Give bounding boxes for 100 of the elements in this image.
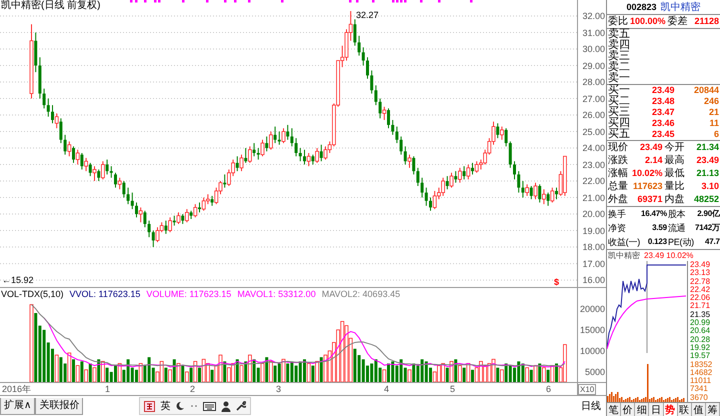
intraday-volume-label: 7341 <box>690 385 709 394</box>
quote-value: 21.13 <box>695 167 719 180</box>
period-label: 日线 <box>580 400 602 413</box>
bid-volume: 20844 <box>692 85 719 96</box>
indicator-name: VOL-TDX(5,10) <box>1 288 64 300</box>
intraday-price-label: 20.28 <box>690 336 712 344</box>
bottom-tab[interactable]: 关联报价 <box>35 398 84 414</box>
quote-label: 换手 <box>608 208 627 221</box>
intraday-reading: 23.49 10.02% <box>644 250 694 261</box>
quote-value: 2.90亿 <box>696 208 720 220</box>
quote-value: 48252 <box>692 193 719 206</box>
price-axis-label: 20.00 <box>582 209 605 220</box>
panel-tab[interactable]: 日 <box>649 403 664 416</box>
intraday-price-label: 19.57 <box>690 352 712 361</box>
quote-label: PE(动) <box>668 236 694 249</box>
bid-level-label: 买一 <box>608 85 630 96</box>
bid-level-label: 买四 <box>608 118 630 129</box>
date-axis-label: 1 <box>105 383 110 395</box>
panel-tab[interactable]: 笔 <box>607 403 622 416</box>
quote-value: 7142万 <box>694 222 720 234</box>
date-axis-label: 2016年 <box>2 383 32 395</box>
panel-tab[interactable]: 细 <box>635 403 650 416</box>
ask-level-label: 卖五 <box>608 29 630 40</box>
quote-value: 3.59 <box>651 222 667 234</box>
quote-label: 量比 <box>664 180 684 193</box>
intraday-price-label: 20.64 <box>690 327 712 336</box>
intraday-volume-label: 11011 <box>690 377 712 386</box>
panel-tab[interactable]: 势 <box>664 403 678 416</box>
quote-value: 10.02% <box>630 167 662 180</box>
quote-value: 117623 <box>632 180 662 193</box>
quote-label: 涨跌 <box>608 154 628 167</box>
bid-price: 23.48 <box>650 96 674 107</box>
language-toggle[interactable]: 英 <box>160 399 170 413</box>
bottom-tab[interactable]: 扩展∧ <box>0 398 36 414</box>
panel-tab[interactable]: 价 <box>621 403 636 416</box>
stock-code: 002823 <box>626 2 657 12</box>
ask-level-label: 卖二 <box>608 62 630 73</box>
quote-value: 16.47% <box>641 208 667 220</box>
intraday-price-label: 22.06 <box>690 294 712 302</box>
panel-tab[interactable]: 筹 <box>706 403 720 416</box>
bid-volume: 21 <box>708 107 719 118</box>
quote-label: 股本 <box>668 208 687 221</box>
intraday-name: 凯中精密 <box>608 250 640 261</box>
quote-label: 涨幅 <box>608 167 628 180</box>
quote-label: 今开 <box>664 141 684 154</box>
price-axis-label: 18.00 <box>582 242 605 252</box>
price-axis-label: 29.00 <box>582 60 605 71</box>
flag-marker: $ <box>554 277 560 287</box>
ask-level-label: 卖四 <box>608 40 630 51</box>
ask-level-label: 卖三 <box>608 51 630 62</box>
date-axis-label: 2 <box>190 383 196 395</box>
scale-label: X10 <box>578 384 596 395</box>
volume-axis-label: 5000 <box>584 366 605 377</box>
price-axis-label: 21.00 <box>582 192 605 203</box>
price-axis-label: 19.00 <box>582 226 605 236</box>
intraday-price-label: 20.99 <box>690 319 712 328</box>
date-axis-label: 6 <box>546 383 552 395</box>
intraday-price-label: 23.49 <box>690 261 712 269</box>
indicator-reading: MAVOL1: 53312.00 <box>237 288 316 300</box>
price-axis-label: 32.00 <box>582 11 605 21</box>
quote-value: 21.34 <box>695 141 719 154</box>
quote-value: 23.49 <box>638 141 662 154</box>
price-axis-label: 31.00 <box>582 28 605 38</box>
price-axis-label: 28.00 <box>582 77 605 88</box>
volume-axis-label: 10000 <box>580 346 605 356</box>
quote-label: 净资 <box>608 222 627 235</box>
low-price-label: ←15.92 <box>2 275 34 285</box>
intraday-price-label: 22.42 <box>690 286 712 294</box>
date-axis-label: 3 <box>276 383 282 395</box>
price-axis-label: 27.00 <box>582 94 605 104</box>
bid-price: 23.47 <box>650 107 674 118</box>
quote-label: 最高 <box>664 154 684 167</box>
intraday-price-label: 19.92 <box>690 344 712 352</box>
price-axis-label: 26.00 <box>582 110 605 120</box>
price-axis-label: 30.00 <box>582 44 605 54</box>
price-axis-label: 22.00 <box>582 176 605 186</box>
intraday-volume-label: 18352 <box>690 360 714 369</box>
quote-label: 流通 <box>668 222 687 235</box>
volume-axis-label: 20000 <box>580 304 605 314</box>
quote-value: 100.00% <box>630 15 666 28</box>
stock-name: 凯中精密 <box>660 0 701 14</box>
quote-label: 委比 <box>608 15 628 28</box>
indicator-reading: VOLUME: 117623.15 <box>146 288 232 300</box>
quote-label: 委差 <box>668 15 688 28</box>
quote-label: 内盘 <box>664 193 684 206</box>
quote-value: 23.49 <box>695 154 719 167</box>
volume-axis-label: 15000 <box>580 324 605 335</box>
panel-tab[interactable]: 联 <box>678 403 692 416</box>
date-axis-label: 4 <box>384 383 390 395</box>
panel-tab[interactable]: 值 <box>692 403 706 416</box>
high-price-label: 32.27 <box>356 10 379 20</box>
quote-label: 最低 <box>664 167 684 180</box>
intraday-price-label: 22.78 <box>690 278 712 286</box>
intraday-volume-label: 3670 <box>690 394 709 402</box>
quote-value: 21128 <box>693 15 719 28</box>
quote-value: 3.10 <box>700 180 719 193</box>
bid-volume: 246 <box>702 96 719 107</box>
intraday-volume-label: 14682 <box>690 368 714 377</box>
indicator-reading: MAVOL2: 40693.45 <box>322 288 400 300</box>
quote-value: 0.123 <box>646 236 667 248</box>
